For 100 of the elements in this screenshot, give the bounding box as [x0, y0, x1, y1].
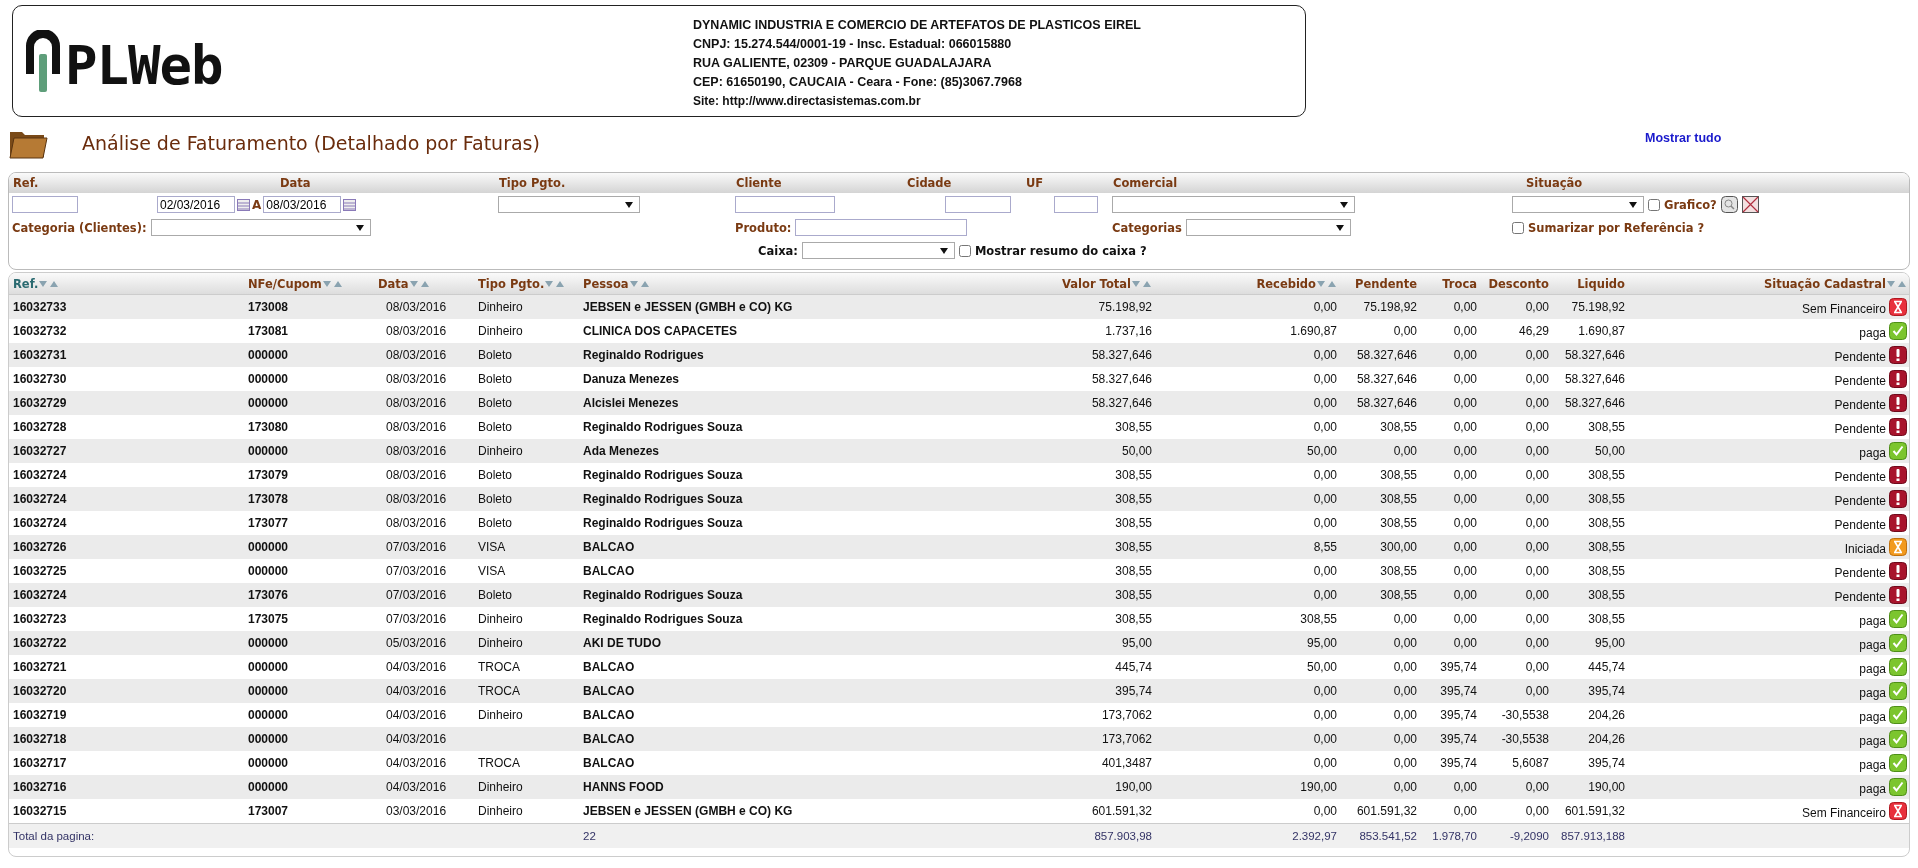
payment-type-cell: Dinheiro — [478, 324, 523, 338]
amount-cell: 601.591,32 — [1341, 799, 1421, 824]
payment-type-cell: Dinheiro — [478, 636, 523, 650]
sort-icon[interactable] — [629, 280, 650, 288]
exclamation-icon — [1889, 394, 1907, 412]
amount-cell: 190,00 — [1156, 775, 1341, 799]
sort-icon[interactable] — [409, 280, 430, 288]
date-cell: 07/03/2016 — [374, 607, 474, 631]
date-from-input[interactable]: 02/03/2016 — [157, 196, 235, 213]
summarize-checkbox[interactable] — [1512, 221, 1524, 234]
column-header[interactable]: Recebido — [1156, 273, 1341, 295]
amount-cell: 58.327,646 — [1341, 391, 1421, 415]
search-icon[interactable] — [1720, 196, 1738, 213]
sort-icon[interactable] — [39, 280, 60, 288]
person-cell: CLINICA DOS CAPACETES — [579, 319, 969, 343]
city-input[interactable] — [945, 196, 1011, 213]
column-header[interactable]: Pendente — [1341, 273, 1421, 295]
payment-type-select[interactable] — [498, 196, 640, 213]
status-text: paga — [1859, 612, 1886, 628]
exclamation-icon — [1889, 346, 1907, 364]
payment-type-cell: VISA — [478, 564, 506, 578]
ref-input[interactable] — [12, 196, 78, 213]
commercial-select[interactable] — [1112, 196, 1355, 213]
clear-icon[interactable] — [1741, 196, 1759, 213]
amount-cell: 0,00 — [1421, 775, 1481, 799]
amount-cell: 50,00 — [1553, 439, 1629, 463]
payment-type-cell: Boleto — [478, 492, 513, 506]
product-input[interactable] — [795, 219, 968, 236]
sort-icon[interactable] — [322, 280, 343, 288]
column-header[interactable]: Data — [374, 273, 474, 295]
amount-cell: 46,29 — [1481, 319, 1553, 343]
date-cell: 04/03/2016 — [374, 775, 474, 799]
amount-cell: 308,55 — [1341, 559, 1421, 583]
date-cell: 07/03/2016 — [374, 535, 474, 559]
filter-label: Cidade — [906, 176, 953, 190]
amount-cell: 0,00 — [1421, 535, 1481, 559]
payment-type-cell: Boleto — [478, 348, 513, 362]
show-all-link[interactable]: Mostrar tudo — [1645, 131, 1722, 145]
column-header[interactable]: Situação Cadastral — [1629, 273, 1909, 295]
amount-cell: 0,00 — [1481, 775, 1553, 799]
ref-cell: 16032717 — [9, 751, 244, 775]
invoice-number-cell: 000000 — [244, 367, 374, 391]
payment-type-cell: TROCA — [478, 684, 520, 698]
invoice-number-cell: 173081 — [244, 319, 374, 343]
exclamation-icon — [1889, 586, 1907, 604]
total-amount-cell: -9,2090 — [1481, 823, 1553, 848]
company-info-line: Site: http://www.directasistemas.com.br — [693, 92, 922, 110]
column-header[interactable]: Troca — [1421, 273, 1481, 295]
exclamation-icon — [1889, 490, 1907, 508]
state-input[interactable] — [1054, 196, 1098, 213]
ref-cell: 16032729 — [9, 391, 244, 415]
page-title: Análise de Faturamento (Detalhado por Faturas) — [82, 132, 541, 154]
amount-cell: 308,55 — [969, 535, 1156, 559]
column-header[interactable]: Liquido — [1553, 273, 1629, 295]
invoice-number-cell: 000000 — [244, 631, 374, 655]
ref-cell: 16032724 — [9, 583, 244, 607]
sort-icon[interactable] — [545, 280, 566, 288]
date-to-input[interactable]: 08/03/2016 — [263, 196, 342, 213]
sort-icon[interactable] — [1317, 280, 1337, 288]
amount-cell: 0,00 — [1341, 727, 1421, 751]
column-header[interactable]: Tipo Pgto. — [474, 273, 579, 295]
amount-cell: 173,7062 — [969, 703, 1156, 727]
column-header[interactable]: NFe/Cupom — [244, 273, 374, 295]
column-header[interactable]: Desconto — [1481, 273, 1553, 295]
ref-cell: 16032716 — [9, 775, 244, 799]
column-header[interactable]: Ref. — [9, 273, 244, 295]
categories-select[interactable] — [1185, 219, 1351, 236]
amount-cell: 0,00 — [1156, 679, 1341, 703]
calendar-icon[interactable] — [343, 198, 357, 211]
logo-icon — [23, 30, 63, 92]
chart-checkbox[interactable] — [1648, 198, 1660, 211]
column-header[interactable]: Valor Total — [969, 273, 1156, 295]
calendar-icon[interactable] — [237, 198, 250, 211]
cash-select[interactable] — [801, 242, 955, 259]
amount-cell: 58.327,646 — [1341, 367, 1421, 391]
invoice-number-cell: 000000 — [244, 727, 374, 751]
caret-icon — [1340, 201, 1348, 208]
logo-text: PLWeb — [65, 40, 223, 92]
exclamation-icon — [1889, 562, 1907, 580]
payment-type-cell: Boleto — [478, 516, 513, 530]
ref-cell: 16032715 — [9, 799, 244, 824]
amount-cell: 95,00 — [1156, 631, 1341, 655]
amount-cell: 308,55 — [1553, 583, 1629, 607]
sort-icon[interactable] — [1887, 280, 1907, 288]
amount-cell: 308,55 — [1553, 607, 1629, 631]
invoice-number-cell: 173008 — [244, 294, 374, 319]
sort-icon[interactable] — [1132, 280, 1152, 288]
status-text: Pendente — [1834, 348, 1886, 364]
category-clients-select[interactable] — [150, 219, 371, 236]
client-input[interactable] — [735, 196, 835, 213]
cash-summary-checkbox[interactable] — [958, 244, 971, 257]
status-select[interactable] — [1512, 196, 1644, 213]
amount-cell: 395,74 — [1421, 751, 1481, 775]
invoice-number-cell: 173076 — [244, 583, 374, 607]
amount-cell: 58.327,646 — [1553, 391, 1629, 415]
invoice-number-cell: 173080 — [244, 415, 374, 439]
amount-cell: 395,74 — [1421, 727, 1481, 751]
column-header[interactable]: Pessoa — [579, 273, 969, 295]
date-cell: 03/03/2016 — [374, 799, 474, 824]
amount-cell: 190,00 — [969, 775, 1156, 799]
